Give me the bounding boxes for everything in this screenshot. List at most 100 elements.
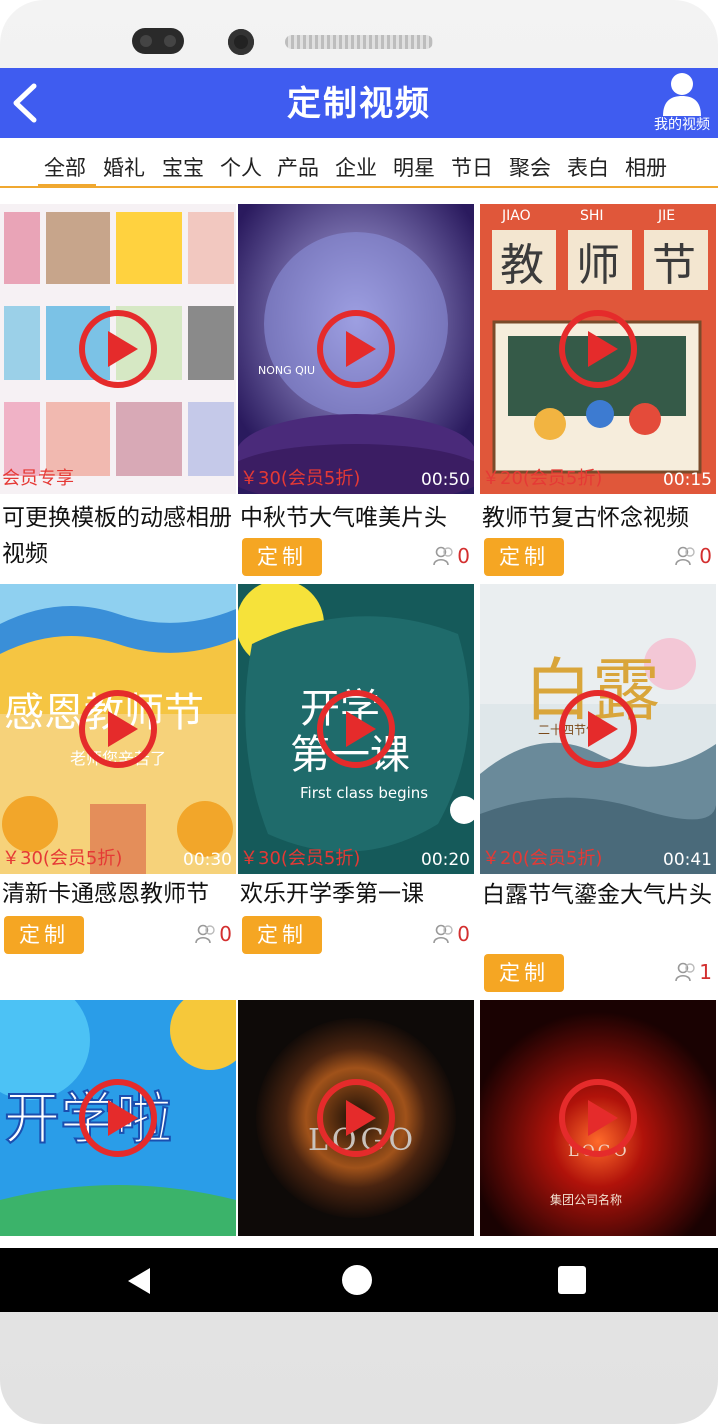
video-thumbnail[interactable]: JIAO SHI JIE 教 师 节 ￥20(会员5折) 00:15 <box>480 204 716 494</box>
video-thumbnail[interactable]: 会员专享 <box>0 204 236 494</box>
like-count-value: 1 <box>699 960 712 984</box>
tab-baby[interactable]: 宝宝 <box>162 152 204 182</box>
video-thumbnail[interactable]: LOGO <box>238 1000 474 1236</box>
users-icon <box>433 546 453 566</box>
play-button[interactable] <box>78 309 158 389</box>
users-icon <box>195 924 215 944</box>
customize-button[interactable]: 定制 <box>4 916 84 954</box>
duration-label: 00:30 <box>183 850 232 870</box>
category-tabs: 全部 婚礼 宝宝 个人 产品 企业 明星 节日 聚会 表白 相册 <box>0 138 718 188</box>
like-count-value: 0 <box>457 544 470 568</box>
play-button[interactable] <box>558 1078 638 1158</box>
tab-all[interactable]: 全部 <box>44 152 86 182</box>
play-icon <box>317 690 395 768</box>
play-icon <box>559 310 637 388</box>
video-thumbnail[interactable]: NONG QIU ￥30(会员5折) 00:50 <box>238 204 474 494</box>
video-card[interactable]: LOGO <box>238 1000 474 1236</box>
video-title: 中秋节大气唯美片头 <box>240 505 447 531</box>
like-count-value: 0 <box>699 544 712 568</box>
top-bar: 定制视频 我的视频 <box>0 68 718 138</box>
play-icon <box>559 1079 637 1157</box>
video-card[interactable]: 会员专享 可更换模板的动感相册视频 <box>0 204 236 584</box>
play-button[interactable] <box>316 1078 396 1158</box>
tab-album[interactable]: 相册 <box>625 152 667 182</box>
duration-label: 00:15 <box>663 470 712 490</box>
speaker-grill <box>285 35 433 49</box>
thumb-caption: SHI <box>580 208 604 224</box>
video-title: 教师节复古怀念视频 <box>482 505 689 531</box>
price-label: ￥20(会员5折) <box>482 468 603 489</box>
member-badge: 会员专享 <box>2 468 74 489</box>
like-count: 0 <box>433 922 470 946</box>
tab-wedding[interactable]: 婚礼 <box>103 152 145 182</box>
customize-button[interactable]: 定制 <box>484 538 564 576</box>
video-card[interactable]: 感恩教师节 老师您辛苦了 ￥30(会员5折) 00:30 清新卡通感恩教师节 定… <box>0 584 236 996</box>
thumb-caption: JIAO <box>501 208 531 224</box>
customize-button[interactable]: 定制 <box>484 954 564 992</box>
video-title: 欢乐开学季第一课 <box>240 881 424 907</box>
tab-festival[interactable]: 节日 <box>451 152 493 182</box>
like-count: 0 <box>195 922 232 946</box>
nav-home-icon[interactable] <box>342 1265 372 1295</box>
like-count-value: 0 <box>219 922 232 946</box>
video-card[interactable]: JIAO SHI JIE 教 师 节 ￥20(会员5折) 00:15 教师节复古… <box>480 204 716 584</box>
play-icon <box>317 310 395 388</box>
price-label: ￥30(会员5折) <box>240 468 361 489</box>
thumb-caption: 集团公司名称 <box>550 1192 622 1207</box>
like-count: 1 <box>675 960 712 984</box>
camera-icon <box>228 29 254 55</box>
video-title: 可更换模板的动感相册视频 <box>2 505 232 567</box>
play-button[interactable] <box>316 689 396 769</box>
my-videos-label: 我的视频 <box>654 117 710 133</box>
nav-back-icon[interactable] <box>124 1266 154 1296</box>
tab-confession[interactable]: 表白 <box>567 152 609 182</box>
video-card[interactable]: 白露 二十四节气 ￥20(会员5折) 00:41 白露节气鎏金大气片头 定制 1 <box>480 584 716 996</box>
thumb-caption: 节 <box>652 240 696 291</box>
users-icon <box>675 962 695 982</box>
page-title: 定制视频 <box>287 84 431 124</box>
users-icon <box>675 546 695 566</box>
duration-label: 00:20 <box>421 850 470 870</box>
system-nav-bar <box>0 1248 718 1312</box>
price-label: ￥20(会员5折) <box>482 848 603 869</box>
active-tab-indicator <box>38 184 96 187</box>
play-icon <box>79 1079 157 1157</box>
tab-party[interactable]: 聚会 <box>509 152 551 182</box>
my-videos-button[interactable]: 我的视频 <box>646 70 718 136</box>
video-card[interactable]: LOGO 集团公司名称 <box>480 1000 716 1236</box>
play-button[interactable] <box>78 689 158 769</box>
tab-company[interactable]: 企业 <box>335 152 377 182</box>
nav-recents-icon[interactable] <box>558 1266 586 1294</box>
thumb-caption: 师 <box>576 240 620 291</box>
tab-star[interactable]: 明星 <box>393 152 435 182</box>
play-button[interactable] <box>558 689 638 769</box>
customize-button[interactable]: 定制 <box>242 916 322 954</box>
customize-button[interactable]: 定制 <box>242 538 322 576</box>
like-count: 0 <box>675 544 712 568</box>
video-thumbnail[interactable]: 白露 二十四节气 ￥20(会员5折) 00:41 <box>480 584 716 874</box>
video-thumbnail[interactable]: 感恩教师节 老师您辛苦了 ￥30(会员5折) 00:30 <box>0 584 236 874</box>
video-title: 清新卡通感恩教师节 <box>2 881 209 907</box>
video-thumbnail[interactable]: 开学 第一课 First class begins ￥30(会员5折) 00:2… <box>238 584 474 874</box>
price-label: ￥30(会员5折) <box>2 848 123 869</box>
video-card[interactable]: NONG QIU ￥30(会员5折) 00:50 中秋节大气唯美片头 定制 0 <box>238 204 474 584</box>
play-button[interactable] <box>316 309 396 389</box>
play-icon <box>317 1079 395 1157</box>
play-button[interactable] <box>558 309 638 389</box>
price-label: ￥30(会员5折) <box>240 848 361 869</box>
tab-product[interactable]: 产品 <box>277 152 319 182</box>
users-icon <box>433 924 453 944</box>
phone-frame: 定制视频 我的视频 全部 婚礼 宝宝 个人 产品 企业 明星 节日 聚会 表白 … <box>0 0 718 1424</box>
video-card[interactable]: 开学 第一课 First class begins ￥30(会员5折) 00:2… <box>238 584 474 996</box>
thumb-caption: NONG QIU <box>258 364 315 377</box>
video-title: 白露节气鎏金大气片头 <box>482 882 712 908</box>
play-icon <box>79 690 157 768</box>
thumb-caption: 教 <box>500 240 544 291</box>
like-count: 0 <box>433 544 470 568</box>
video-thumbnail[interactable]: LOGO 集团公司名称 <box>480 1000 716 1236</box>
video-card[interactable]: 开学啦 <box>0 1000 236 1236</box>
video-thumbnail[interactable]: 开学啦 <box>0 1000 236 1236</box>
thumb-caption: First class begins <box>300 784 428 802</box>
play-button[interactable] <box>78 1078 158 1158</box>
tab-personal[interactable]: 个人 <box>220 152 262 182</box>
